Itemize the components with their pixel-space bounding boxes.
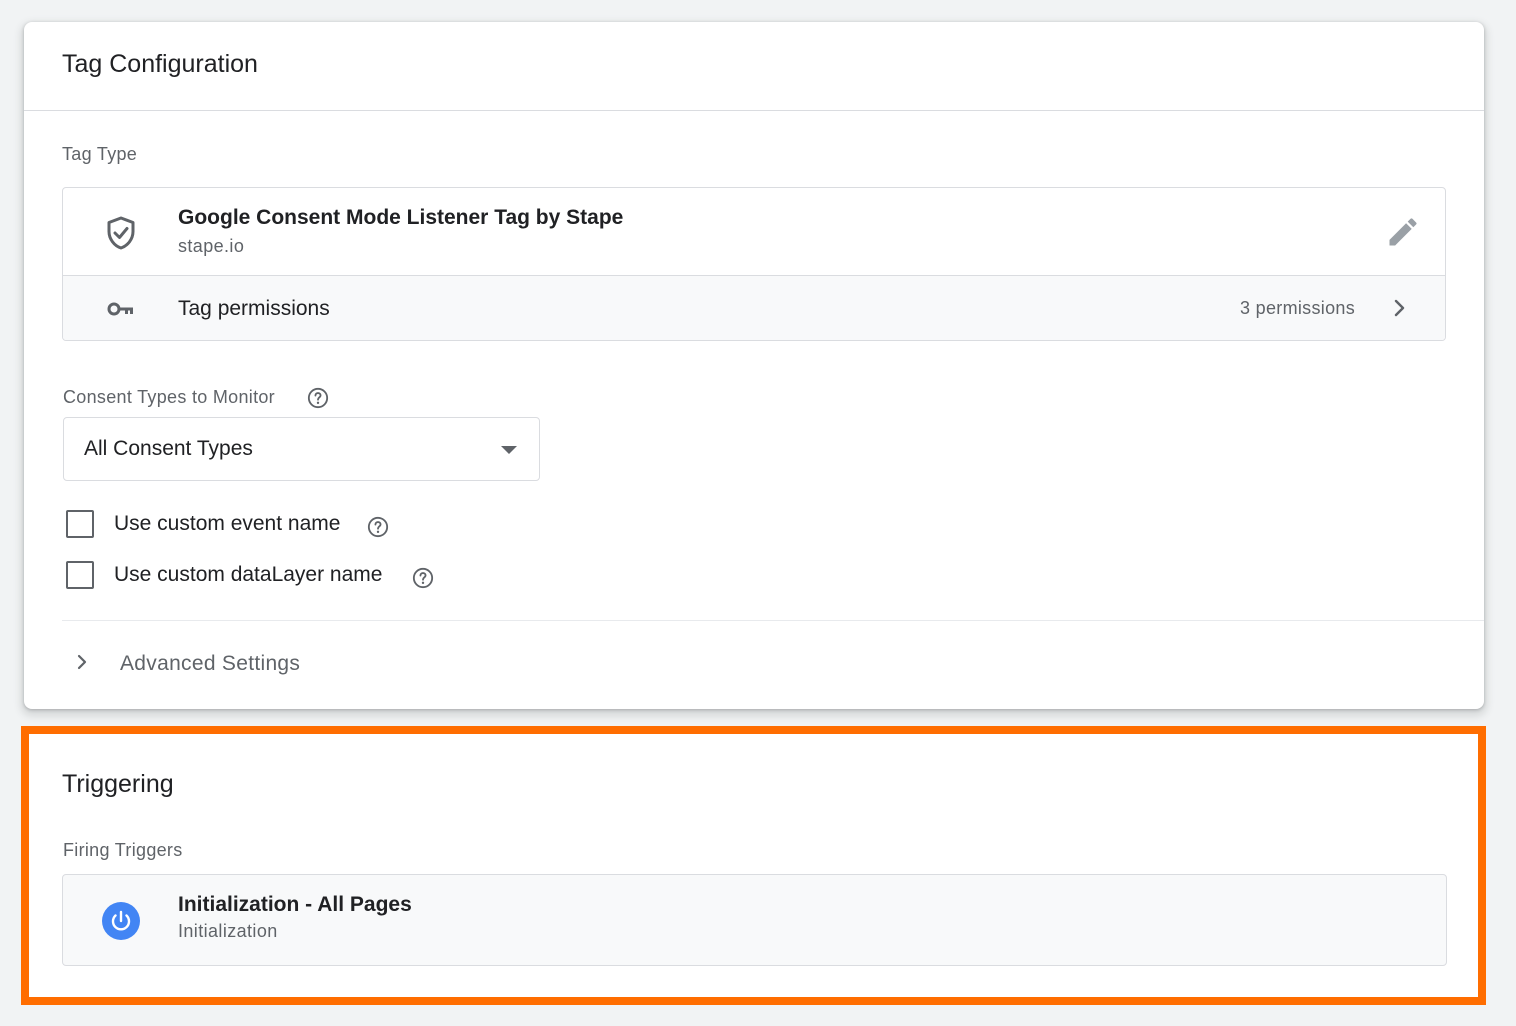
- chevron-right-icon: [77, 654, 87, 670]
- firing-triggers-label: Firing Triggers: [63, 840, 183, 860]
- consent-types-label: Consent Types to Monitor: [63, 387, 275, 407]
- chevron-right-icon: [1394, 299, 1405, 317]
- help-icon[interactable]: [412, 567, 434, 589]
- tag-type-vendor: stape.io: [178, 236, 245, 256]
- consent-types-value: All Consent Types: [84, 437, 253, 460]
- tag-configuration-card: Tag Configuration Tag Type Google Consen…: [24, 22, 1484, 709]
- trigger-name: Initialization - All Pages: [178, 893, 412, 916]
- advanced-settings-label: Advanced Settings: [120, 652, 301, 675]
- triggering-title: Triggering: [62, 770, 174, 798]
- triggering-card: Triggering Firing Triggers Initializatio…: [21, 726, 1486, 1005]
- consent-types-select[interactable]: All Consent Types: [63, 417, 540, 481]
- help-icon[interactable]: [367, 516, 389, 538]
- tag-type-name: Google Consent Mode Listener Tag by Stap…: [178, 206, 624, 229]
- dropdown-arrow-icon: [501, 446, 517, 454]
- tag-type-box: Google Consent Mode Listener Tag by Stap…: [62, 187, 1446, 341]
- trigger-type: Initialization: [178, 921, 278, 941]
- custom-datalayer-name-checkbox[interactable]: [66, 561, 94, 589]
- custom-datalayer-name-label: Use custom dataLayer name: [114, 563, 383, 586]
- title-divider: [24, 110, 1484, 111]
- shield-check-icon: [107, 216, 135, 250]
- tag-configuration-title: Tag Configuration: [62, 50, 258, 78]
- custom-event-name-label: Use custom event name: [114, 512, 341, 535]
- key-icon: [107, 302, 133, 316]
- help-icon[interactable]: [307, 387, 329, 409]
- trigger-item[interactable]: Initialization - All Pages Initializatio…: [62, 874, 1447, 966]
- tag-permissions-label: Tag permissions: [178, 297, 330, 320]
- advanced-settings-toggle[interactable]: Advanced Settings: [62, 642, 562, 686]
- permissions-count: 3 permissions: [1240, 298, 1355, 318]
- tag-type-label: Tag Type: [62, 144, 138, 164]
- custom-event-name-checkbox[interactable]: [66, 510, 94, 538]
- tag-type-selector[interactable]: Google Consent Mode Listener Tag by Stap…: [63, 188, 1445, 275]
- advanced-divider: [62, 620, 1484, 621]
- power-icon: [102, 902, 140, 940]
- tag-permissions-row[interactable]: Tag permissions 3 permissions: [63, 275, 1445, 340]
- pencil-icon[interactable]: [1385, 214, 1421, 250]
